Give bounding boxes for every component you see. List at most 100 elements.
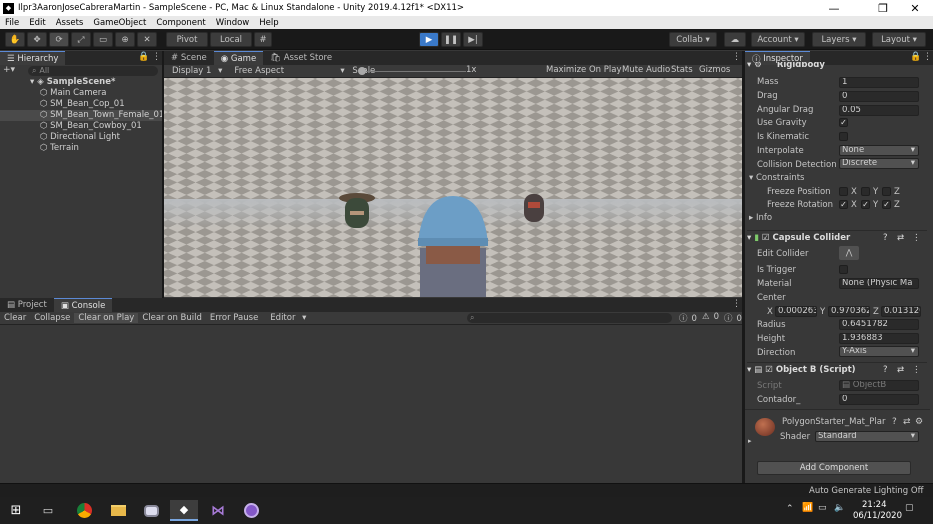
use-gravity-checkbox[interactable]: ✓ bbox=[839, 118, 848, 127]
preset-icon[interactable]: ⇄ bbox=[897, 365, 904, 375]
move-tool-icon[interactable]: ✥ bbox=[27, 32, 47, 47]
hierarchy-search-input[interactable]: ⌕ All bbox=[28, 66, 158, 76]
menu-assets[interactable]: Assets bbox=[51, 18, 89, 28]
clock-date[interactable]: 06/11/2020 bbox=[853, 511, 902, 521]
visual-studio-icon[interactable]: ⋈ bbox=[204, 500, 232, 521]
center-z-field[interactable]: 0.013126 bbox=[881, 306, 921, 317]
step-button[interactable]: ▶| bbox=[463, 32, 483, 47]
mass-field[interactable]: 1 bbox=[839, 77, 919, 88]
maximize-on-play-toggle[interactable]: Maximize On Play bbox=[542, 65, 625, 75]
panel-menu-icon[interactable]: ⋮ bbox=[923, 52, 932, 62]
stats-toggle[interactable]: Stats bbox=[667, 65, 697, 75]
add-icon[interactable]: +▾ bbox=[3, 65, 15, 75]
freeze-pos-x-checkbox[interactable] bbox=[839, 187, 848, 196]
drag-field[interactable]: 0 bbox=[839, 91, 919, 102]
menu-window[interactable]: Window bbox=[211, 18, 255, 28]
contador-field[interactable]: 0 bbox=[839, 394, 919, 405]
object-b-script-header[interactable]: ▾ ▤ ☑ Object B (Script) ? ⇄ ⋮ bbox=[747, 362, 927, 376]
enabled-checkbox[interactable]: ☑ bbox=[762, 233, 770, 243]
help-icon[interactable]: ? bbox=[883, 233, 888, 243]
lock-icon[interactable]: 🔒 bbox=[910, 52, 921, 62]
game-viewport[interactable] bbox=[164, 78, 742, 297]
network-icon[interactable]: 📶 bbox=[802, 503, 813, 513]
center-y-field[interactable]: 0.970362 bbox=[828, 306, 870, 317]
collapse-toggle[interactable]: Collapse bbox=[30, 313, 74, 323]
height-field[interactable]: 1.936883 bbox=[839, 333, 919, 344]
menu-help[interactable]: Help bbox=[254, 18, 283, 28]
clear-on-play-toggle[interactable]: Clear on Play bbox=[74, 313, 139, 323]
preset-icon[interactable]: ⇄ bbox=[897, 233, 904, 243]
radius-field[interactable]: 0.6451782 bbox=[839, 319, 919, 330]
aspect-dropdown[interactable]: Free Aspect bbox=[226, 66, 336, 76]
rigidbody-header[interactable]: ▾ ⚙ Rigidbody bbox=[747, 62, 922, 70]
pivot-toggle[interactable]: Pivot bbox=[166, 32, 208, 47]
tab-hierarchy[interactable]: ☰ Hierarchy bbox=[0, 51, 66, 65]
layout-dropdown[interactable]: Layout ▾ bbox=[872, 32, 926, 47]
hierarchy-item[interactable]: ⬡ SM_Bean_Cop_01 bbox=[0, 99, 162, 110]
panel-menu-icon[interactable]: ⋮ bbox=[732, 52, 741, 62]
context-menu-icon[interactable]: ⋮ bbox=[912, 365, 921, 375]
freeze-rot-y-checkbox[interactable]: ✓ bbox=[861, 200, 870, 209]
is-kinematic-checkbox[interactable] bbox=[839, 132, 848, 141]
angular-drag-field[interactable]: 0.05 bbox=[839, 105, 919, 116]
app-icon[interactable] bbox=[237, 500, 265, 521]
freeze-rot-z-checkbox[interactable]: ✓ bbox=[882, 200, 891, 209]
capsule-collider-header[interactable]: ▾ ▮ ☑ Capsule Collider ? ⇄ ⋮ bbox=[747, 230, 927, 244]
freeze-rot-x-checkbox[interactable]: ✓ bbox=[839, 200, 848, 209]
info-foldout[interactable]: ▸ Info bbox=[749, 213, 772, 223]
rotate-tool-icon[interactable]: ⟳ bbox=[49, 32, 69, 47]
collision-detection-dropdown[interactable]: Discrete ▾ bbox=[839, 158, 919, 169]
constraints-foldout[interactable]: ▾ Constraints bbox=[749, 173, 804, 183]
hierarchy-item[interactable]: ⬡ SM_Bean_Cowboy_01 bbox=[0, 121, 162, 132]
add-component-button[interactable]: Add Component bbox=[757, 461, 911, 475]
menu-gameobject[interactable]: GameObject bbox=[88, 18, 151, 28]
chrome-icon[interactable] bbox=[70, 500, 98, 521]
help-icon[interactable]: ? bbox=[883, 365, 888, 375]
notification-icon[interactable]: ▢ bbox=[905, 503, 914, 513]
editor-dropdown[interactable]: Editor ▾ bbox=[262, 313, 310, 323]
preset-icon[interactable]: ⇄ bbox=[903, 417, 911, 427]
tab-asset-store[interactable]: 🛍 Asset Store bbox=[263, 51, 339, 65]
center-x-field[interactable]: 0.000263 bbox=[775, 306, 817, 317]
display-dropdown[interactable]: Display 1 ▾ bbox=[164, 66, 226, 76]
direction-dropdown[interactable]: Y-Axis ▾ bbox=[839, 346, 919, 357]
layers-dropdown[interactable]: Layers ▾ bbox=[812, 32, 866, 47]
battery-icon[interactable]: ▭ bbox=[818, 503, 827, 513]
custom-tool-icon[interactable]: ✕ bbox=[137, 32, 157, 47]
scale-slider-track[interactable] bbox=[361, 71, 466, 72]
start-icon[interactable]: ⊞ bbox=[2, 500, 30, 521]
enabled-checkbox[interactable]: ☑ bbox=[765, 365, 773, 375]
clock-time[interactable]: 21:24 bbox=[862, 500, 887, 510]
scene-row[interactable]: ▾ ◈ SampleScene* bbox=[0, 77, 162, 88]
hierarchy-item[interactable]: ⬡ Main Camera bbox=[0, 88, 162, 99]
menu-component[interactable]: Component bbox=[151, 18, 210, 28]
console-search-input[interactable]: ⌕ bbox=[467, 313, 672, 323]
mute-audio-toggle[interactable]: Mute Audio bbox=[618, 65, 674, 75]
context-menu-icon[interactable]: ⋮ bbox=[912, 233, 921, 243]
chevron-up-icon[interactable]: ⌃ bbox=[786, 504, 794, 514]
clear-on-build-toggle[interactable]: Clear on Build bbox=[138, 313, 206, 323]
scale-slider-handle[interactable] bbox=[358, 67, 366, 75]
minimize-button[interactable]: — bbox=[814, 0, 854, 16]
hierarchy-item-selected[interactable]: ⬡ SM_Bean_Town_Female_01 bbox=[0, 110, 164, 121]
cloud-icon[interactable]: ☁ bbox=[724, 32, 746, 47]
hand-tool-icon[interactable]: ✋ bbox=[5, 32, 25, 47]
gizmos-toggle[interactable]: Gizmos bbox=[695, 65, 734, 75]
edit-collider-button[interactable]: ⋀ bbox=[839, 246, 859, 260]
grid-snap-icon[interactable]: # bbox=[254, 32, 272, 47]
tab-console[interactable]: ▣ Console bbox=[53, 298, 113, 312]
is-trigger-checkbox[interactable] bbox=[839, 265, 848, 274]
tab-game[interactable]: ◉ Game bbox=[213, 51, 264, 65]
scale-tool-icon[interactable]: ⤢ bbox=[71, 32, 91, 47]
unity-taskbar-icon[interactable]: ◆ bbox=[170, 500, 198, 521]
panel-menu-icon[interactable]: ⋮ bbox=[732, 299, 741, 309]
interpolate-dropdown[interactable]: None ▾ bbox=[839, 145, 919, 156]
chevron-right-icon[interactable]: ▸ bbox=[748, 437, 752, 445]
lock-icon[interactable]: 🔒 bbox=[138, 52, 149, 62]
transform-tool-icon[interactable]: ⊕ bbox=[115, 32, 135, 47]
clear-button[interactable]: Clear bbox=[0, 313, 30, 323]
tab-scene[interactable]: # Scene bbox=[164, 51, 214, 65]
collab-dropdown[interactable]: Collab ▾ bbox=[669, 32, 717, 47]
local-toggle[interactable]: Local bbox=[210, 32, 252, 47]
hierarchy-item[interactable]: ⬡ Directional Light bbox=[0, 132, 162, 143]
